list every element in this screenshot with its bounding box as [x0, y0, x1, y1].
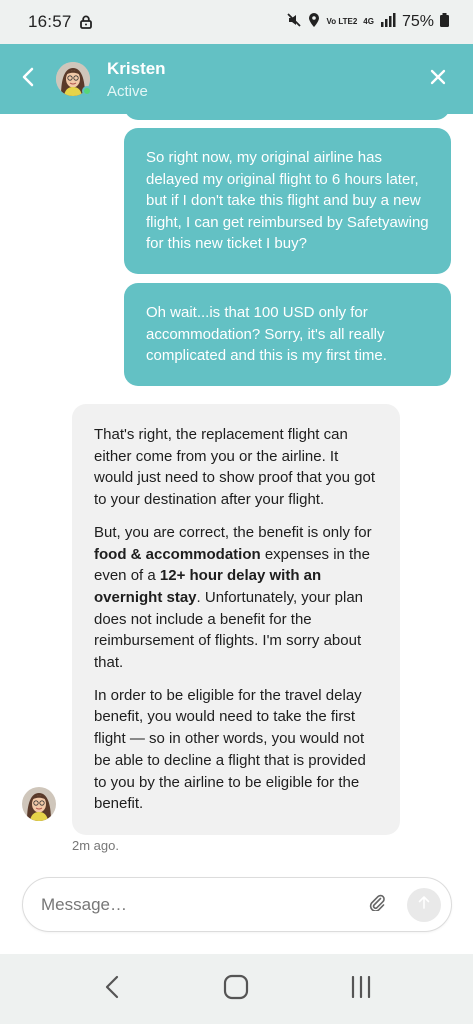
message-composer — [22, 877, 452, 932]
message-text: But, you are correct, the benefit is onl… — [94, 523, 372, 541]
avatar — [56, 62, 92, 96]
battery-percent: 75% — [401, 13, 434, 30]
status-time: 16:57 — [28, 12, 72, 31]
location-icon — [308, 12, 320, 33]
outgoing-message: So right now, my original airline has de… — [124, 128, 451, 274]
message-input[interactable] — [41, 894, 365, 915]
message-bold-text: food & accommodation — [94, 545, 261, 563]
nav-back-icon — [105, 975, 119, 1004]
signal-icon — [380, 12, 396, 32]
message-timestamp: 2m ago. — [72, 838, 119, 853]
incoming-message: That's right, the replacement flight can… — [72, 404, 400, 835]
nav-home-icon — [223, 974, 249, 1005]
contact-status: Active — [107, 82, 148, 100]
message-paragraph: In order to be eligible for the travel d… — [94, 686, 366, 813]
nav-recents-button[interactable] — [331, 959, 391, 1019]
nav-home-button[interactable] — [206, 959, 266, 1019]
agent-avatar — [22, 787, 56, 821]
message-paragraph: That's right, the replacement flight can… — [94, 426, 376, 509]
volte-indicator: Vo LTE2 — [326, 17, 358, 26]
network-type: 4G — [363, 17, 374, 26]
contact-info: Kristen Active — [107, 59, 166, 100]
chevron-left-icon — [21, 67, 35, 92]
back-button[interactable] — [0, 44, 56, 114]
system-nav-bar — [0, 954, 473, 1024]
contact-name: Kristen — [107, 58, 166, 78]
battery-icon — [440, 12, 449, 32]
send-arrow-icon — [418, 895, 430, 914]
status-bar: 16:57 Vo LTE2 4G 75% — [0, 0, 473, 44]
attach-button[interactable] — [365, 893, 389, 917]
status-icons: Vo LTE2 4G 75% — [286, 12, 449, 33]
message-list[interactable]: So right now, my original airline has de… — [0, 104, 473, 864]
send-button[interactable] — [407, 887, 441, 922]
mute-icon — [286, 12, 302, 33]
close-icon — [430, 69, 446, 90]
nav-recents-icon — [349, 975, 373, 1003]
outgoing-message: Oh wait...is that 100 USD only for accom… — [124, 283, 451, 386]
previous-message-edge — [124, 104, 450, 120]
paperclip-icon — [368, 893, 386, 916]
message-paragraph: But, you are correct, the benefit is onl… — [94, 522, 378, 674]
nav-back-button[interactable] — [82, 959, 142, 1019]
lock-icon — [79, 15, 92, 29]
online-status-dot — [82, 86, 92, 96]
